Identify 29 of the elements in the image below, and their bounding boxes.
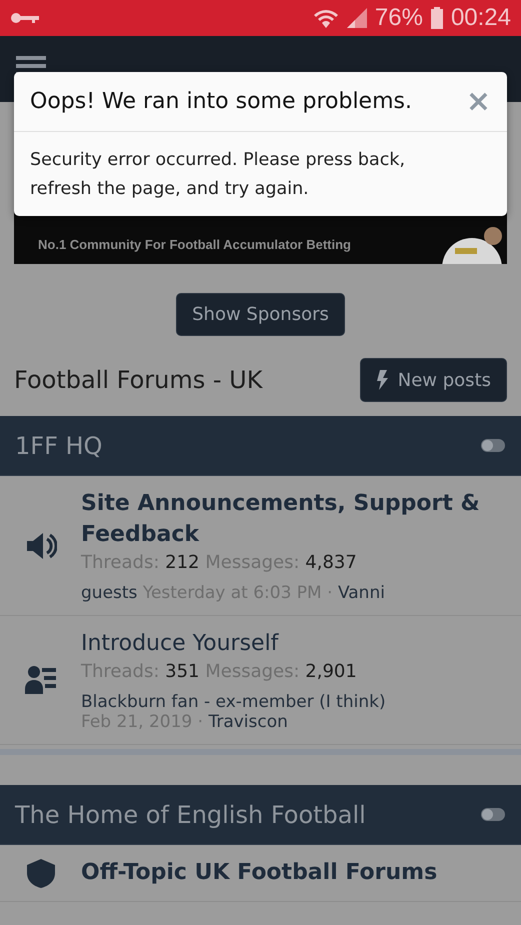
last-post-link[interactable]: Blackburn fan - ex-member (I think) [81, 692, 386, 712]
battery-icon [430, 7, 443, 29]
collapse-toggle[interactable] [481, 808, 505, 821]
forum-title[interactable]: Site Announcements, Support & Feedback [81, 488, 521, 550]
show-sponsors-button[interactable]: Show Sponsors [176, 293, 345, 336]
author-link[interactable]: Traviscon [208, 712, 288, 732]
last-post-link[interactable]: guests [81, 583, 138, 603]
forum-title[interactable]: Off-Topic UK Football Forums [81, 857, 521, 888]
lightning-icon [376, 370, 388, 390]
dialog-message: Security error occurred. Please press back, refresh the page, and try again. [29, 149, 406, 201]
collapse-toggle[interactable] [481, 439, 505, 452]
close-button[interactable]: × [466, 86, 491, 116]
key-icon [10, 11, 40, 25]
separator-dot: · [327, 583, 333, 603]
banner-tagline: No.1 Community For Football Accumulator Betting [37, 237, 351, 254]
wifi-icon [312, 8, 339, 28]
section-title[interactable]: The Home of English Football [15, 800, 366, 828]
user-list-icon [24, 664, 56, 696]
forum-title[interactable]: Introduce Yourself [81, 628, 521, 659]
page-title: Football Forums - UK [14, 366, 262, 394]
author-link[interactable]: Vanni [338, 583, 385, 603]
dialog-title: Oops! We ran into some problems. [30, 89, 412, 114]
separator-dot: · [198, 712, 204, 732]
section-title[interactable]: 1FF HQ [15, 432, 102, 460]
battery-level: 76% [374, 4, 423, 32]
new-posts-button[interactable]: New posts [360, 358, 507, 402]
signal-icon [346, 8, 367, 28]
shield-icon [24, 857, 56, 889]
clock-time: 00:24 [450, 4, 511, 32]
